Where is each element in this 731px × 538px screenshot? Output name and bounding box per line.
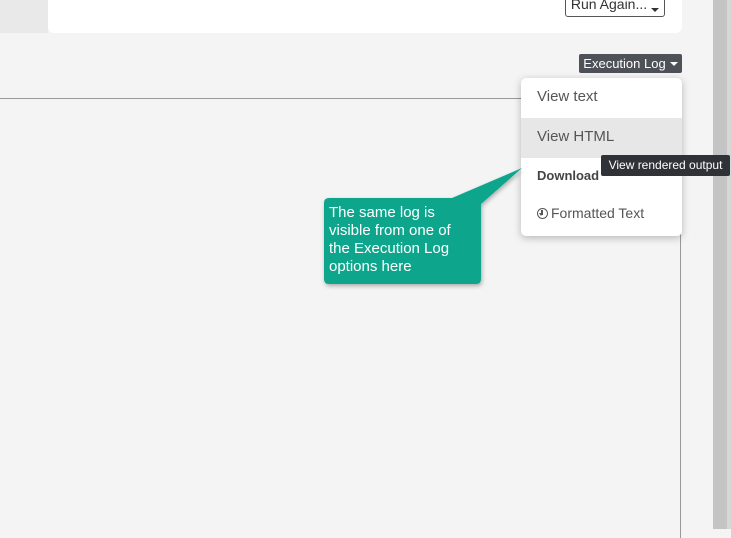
view-html-tooltip: View rendered output [601,155,730,176]
menu-item-view-text[interactable]: View text [521,86,682,118]
execution-log-label: Execution Log [583,56,666,71]
chevron-down-icon [669,61,678,66]
formatted-text-label: Formatted Text [551,205,645,221]
chevron-down-icon [651,8,660,12]
run-again-label: Run Again... [570,0,648,12]
callout-line: options here [329,258,412,275]
download-icon [537,208,548,219]
callout-line: the Execution Log [329,240,450,257]
scrollbar-thumb[interactable] [713,0,727,529]
callout-line: The same log is [329,204,435,221]
run-again-button[interactable]: Run Again... [565,0,665,17]
callout-line: visible from one of [329,222,451,239]
menu-item-view-html[interactable]: View HTML [521,118,682,158]
left-header-strip [0,0,48,33]
execution-log-dropdown-button[interactable]: Execution Log [579,54,682,73]
menu-item-formatted-text[interactable]: Formatted Text [521,205,682,227]
callout-text: The same log is visible from one of the … [329,204,479,276]
